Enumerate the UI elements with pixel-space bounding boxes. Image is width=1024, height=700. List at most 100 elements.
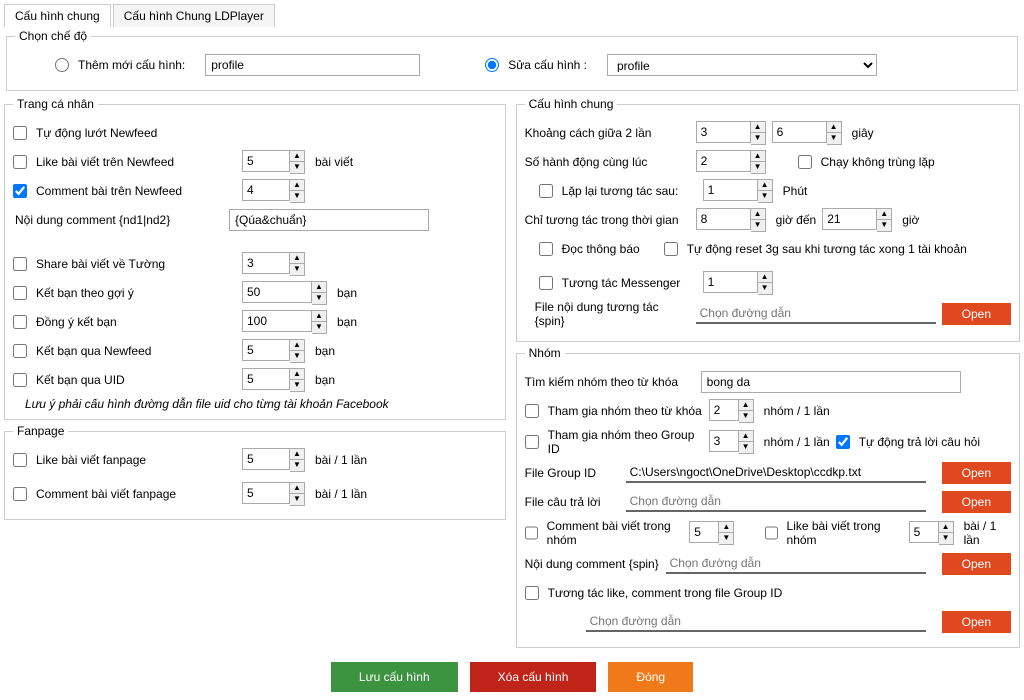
chk-nodup[interactable] <box>798 155 812 169</box>
tab-general[interactable]: Cấu hình chung <box>4 4 111 27</box>
spin-join-id[interactable]: ▲▼ <box>709 430 754 454</box>
lbl-nodup: Chạy không trùng lặp <box>821 155 935 169</box>
lbl-search: Tìm kiếm nhóm theo từ khóa <box>525 375 695 389</box>
spin-time-from[interactable]: ▲▼ <box>696 208 766 232</box>
spin-gap-max[interactable]: ▲▼ <box>772 121 842 145</box>
lbl-time-to: giờ đến <box>776 213 817 227</box>
lbl-cmt-group: Comment bài viết trong nhóm <box>547 519 684 547</box>
chk-auto-scroll[interactable] <box>13 126 27 140</box>
btn-open-spin[interactable]: Open <box>942 303 1011 325</box>
spin-friend-nf[interactable]: ▲▼ <box>242 339 305 363</box>
chk-friend-sug[interactable] <box>13 286 27 300</box>
chk-share[interactable] <box>13 257 27 271</box>
spin-friend-uid[interactable]: ▲▼ <box>242 368 305 392</box>
file-spin-input[interactable] <box>696 304 936 324</box>
btn-save[interactable]: Lưu cấu hình <box>331 662 458 692</box>
spin-fp-like[interactable]: ▲▼ <box>242 448 305 472</box>
btn-open-ans[interactable]: Open <box>942 491 1011 513</box>
chk-fp-cmt[interactable] <box>13 487 27 501</box>
radio-edit[interactable] <box>485 58 499 72</box>
lbl-interact-file: Tương tác like, comment trong file Group… <box>548 586 783 600</box>
btn-close[interactable]: Đóng <box>608 662 693 692</box>
add-profile-input[interactable] <box>205 54 420 76</box>
profile-note: Lưu ý phải cấu hình đường dẫn file uid c… <box>25 397 497 411</box>
radio-add[interactable] <box>55 58 69 72</box>
lbl-auto-scroll: Tự động lướt Newfeed <box>36 126 236 140</box>
chk-cmt-nf[interactable] <box>13 184 27 198</box>
lbl-file-spin: File nội dung tương tác {spin} <box>525 300 690 328</box>
chk-like-nf[interactable] <box>13 155 27 169</box>
spin-join-kw[interactable]: ▲▼ <box>709 399 754 423</box>
lbl-like-group: Like bài viết trong nhóm <box>787 519 903 547</box>
chk-like-group[interactable] <box>765 526 778 540</box>
lbl-friend-nf: Kết bạn qua Newfeed <box>36 344 236 358</box>
file-gid-input[interactable] <box>626 463 926 483</box>
spin-time-to[interactable]: ▲▼ <box>822 208 892 232</box>
interact-file-input[interactable] <box>586 612 926 632</box>
unit-gap: giây <box>852 126 874 140</box>
chk-join-kw[interactable] <box>525 404 539 418</box>
lbl-repeat: Lặp lại tương tác sau: <box>562 184 697 198</box>
spin-msgr[interactable]: ▲▼ <box>703 271 773 295</box>
lbl-accept: Đồng ý kết bạn <box>36 315 236 329</box>
search-input[interactable] <box>701 371 961 393</box>
lbl-cmt-nf: Comment bài trên Newfeed <box>36 184 236 198</box>
spin-actions[interactable]: ▲▼ <box>696 150 766 174</box>
spin-like-group[interactable]: ▲▼ <box>909 521 954 545</box>
chk-repeat[interactable] <box>539 184 553 198</box>
spin-like-nf[interactable]: ▲▼ <box>242 150 305 174</box>
spin-up-icon: ▲ <box>290 151 304 162</box>
chk-accept[interactable] <box>13 315 27 329</box>
lbl-friend-sug: Kết bạn theo gợi ý <box>36 286 236 300</box>
chk-read-noti[interactable] <box>539 242 553 256</box>
lbl-reset3g: Tự động reset 3g sau khi tương tác xong … <box>687 242 967 256</box>
tab-ldplayer[interactable]: Cấu hình Chung LDPlayer <box>113 4 275 27</box>
lbl-fp-like: Like bài viết fanpage <box>36 453 236 467</box>
mode-legend: Chọn chế độ <box>15 29 91 43</box>
unit-fp: bài / 1 lần <box>315 453 367 467</box>
lbl-like-nf: Like bài viết trên Newfeed <box>36 155 236 169</box>
chk-interact-file[interactable] <box>525 586 539 600</box>
footer: Lưu cấu hình Xóa cấu hình Đóng <box>4 662 1020 692</box>
chk-friend-uid[interactable] <box>13 373 27 387</box>
spin-cmt-group[interactable]: ▲▼ <box>689 521 734 545</box>
tabs: Cấu hình chung Cấu hình Chung LDPlayer <box>4 4 1020 27</box>
spin-fp-cmt[interactable]: ▲▼ <box>242 482 305 506</box>
spin-repeat[interactable]: ▲▼ <box>703 179 773 203</box>
btn-open-cmt-spin[interactable]: Open <box>942 553 1011 575</box>
chk-msgr[interactable] <box>539 276 553 290</box>
group-fieldset: Nhóm Tìm kiếm nhóm theo từ khóa Tham gia… <box>516 346 1020 648</box>
fanpage-fieldset: Fanpage Like bài viết fanpage ▲▼ bài / 1… <box>4 424 506 520</box>
spin-share[interactable]: ▲▼ <box>242 252 305 276</box>
edit-profile-select[interactable]: profile <box>607 54 877 76</box>
chk-auto-ans[interactable] <box>836 435 850 449</box>
spin-cmt-nf[interactable]: ▲▼ <box>242 179 305 203</box>
fanpage-legend: Fanpage <box>13 424 68 438</box>
lbl-friend-uid: Kết bạn qua UID <box>36 373 236 387</box>
lbl-fp-cmt: Comment bài viết fanpage <box>36 487 236 501</box>
chk-join-id[interactable] <box>525 435 539 449</box>
lbl-auto-ans: Tự động trả lời câu hỏi <box>859 435 980 449</box>
file-ans-input[interactable] <box>626 492 926 512</box>
chk-reset3g[interactable] <box>664 242 678 256</box>
general-fieldset: Cấu hình chung Khoảng cách giữa 2 lần ▲▼… <box>516 97 1020 342</box>
chk-friend-nf[interactable] <box>13 344 27 358</box>
unit-like-group: bài / 1 lần <box>964 519 1011 547</box>
group-legend: Nhóm <box>525 346 565 360</box>
cmt-content-input[interactable] <box>229 209 429 231</box>
unit-repeat: Phút <box>783 184 808 198</box>
profile-legend: Trang cá nhân <box>13 97 98 111</box>
btn-delete[interactable]: Xóa cấu hình <box>470 662 597 692</box>
mode-fieldset: Chọn chế độ Thêm mới cấu hình: Sửa cấu h… <box>6 29 1018 91</box>
spin-gap-min[interactable]: ▲▼ <box>696 121 766 145</box>
radio-edit-label: Sửa cấu hình : <box>508 58 587 72</box>
btn-open-interact[interactable]: Open <box>942 611 1011 633</box>
btn-open-gid[interactable]: Open <box>942 462 1011 484</box>
cmt-spin-input[interactable] <box>666 554 926 574</box>
spin-accept[interactable]: ▲▼ <box>242 310 327 334</box>
chk-fp-like[interactable] <box>13 453 27 467</box>
unit-like-nf: bài viết <box>315 155 353 169</box>
spin-friend-sug[interactable]: ▲▼ <box>242 281 327 305</box>
chk-cmt-group[interactable] <box>525 526 538 540</box>
lbl-join-id: Tham gia nhóm theo Group ID <box>548 428 703 456</box>
